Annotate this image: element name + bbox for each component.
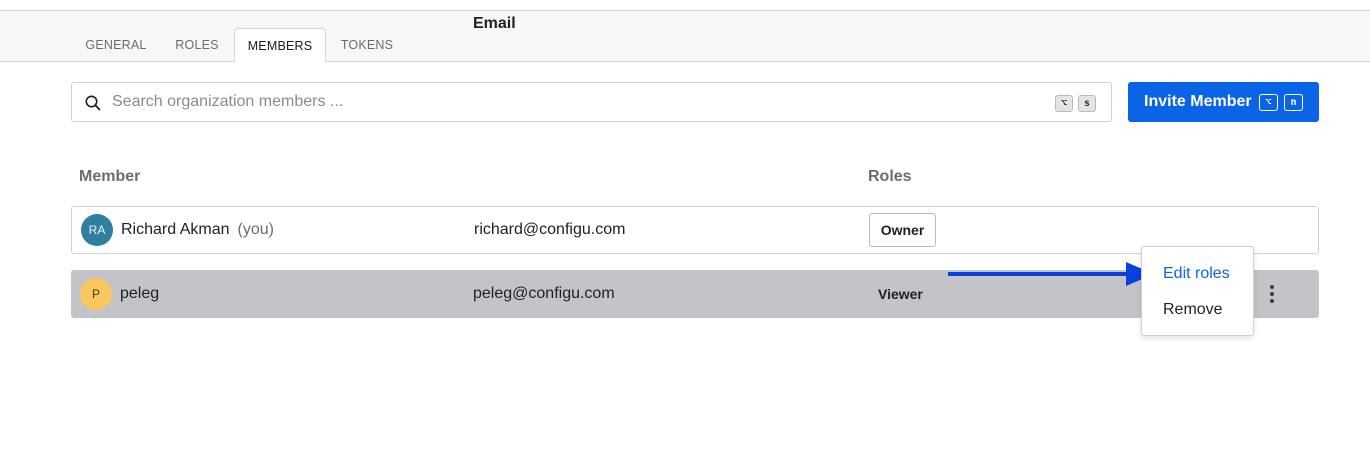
tab-roles[interactable]: ROLES	[162, 28, 232, 62]
invite-member-button[interactable]: Invite Member ⌥ n	[1128, 82, 1319, 122]
role-label: Viewer	[878, 286, 923, 302]
avatar: P	[80, 278, 112, 310]
search-input[interactable]	[112, 89, 1042, 115]
shortcut-key-option: ⌥	[1055, 95, 1073, 112]
column-header-roles: Roles	[868, 168, 912, 185]
column-header-member: Member	[79, 168, 141, 185]
column-header-email: Email	[473, 15, 516, 32]
member-name: Richard Akman (you)	[121, 221, 274, 239]
member-email: richard@configu.com	[474, 221, 626, 238]
search-icon	[85, 95, 101, 111]
you-indicator: (you)	[237, 221, 274, 238]
role-badge: Owner	[869, 213, 936, 247]
annotation-arrow-icon	[948, 262, 1154, 286]
more-actions-icon[interactable]	[1259, 282, 1285, 306]
menu-item-edit-roles[interactable]: Edit roles	[1163, 265, 1230, 283]
invite-member-label: Invite Member	[1144, 93, 1252, 110]
member-email: peleg@configu.com	[473, 285, 615, 302]
tab-bar: GENERAL ROLES MEMBERS TOKENS	[0, 10, 1370, 63]
table-row[interactable]: RA Richard Akman (you) richard@configu.co…	[71, 206, 1319, 254]
context-menu: Edit roles Remove	[1141, 246, 1254, 336]
tab-general[interactable]: GENERAL	[72, 28, 160, 62]
tab-tokens[interactable]: TOKENS	[328, 28, 406, 62]
menu-item-remove[interactable]: Remove	[1163, 301, 1223, 319]
shortcut-key-s: s	[1078, 95, 1096, 112]
shortcut-key-n: n	[1284, 94, 1303, 111]
member-name: peleg	[120, 285, 160, 302]
shortcut-key-option: ⌥	[1259, 94, 1278, 111]
avatar: RA	[81, 214, 113, 246]
search-bar: ⌥ s	[71, 82, 1112, 122]
tab-members[interactable]: MEMBERS	[234, 28, 326, 63]
member-name-text: Richard Akman	[121, 221, 230, 238]
